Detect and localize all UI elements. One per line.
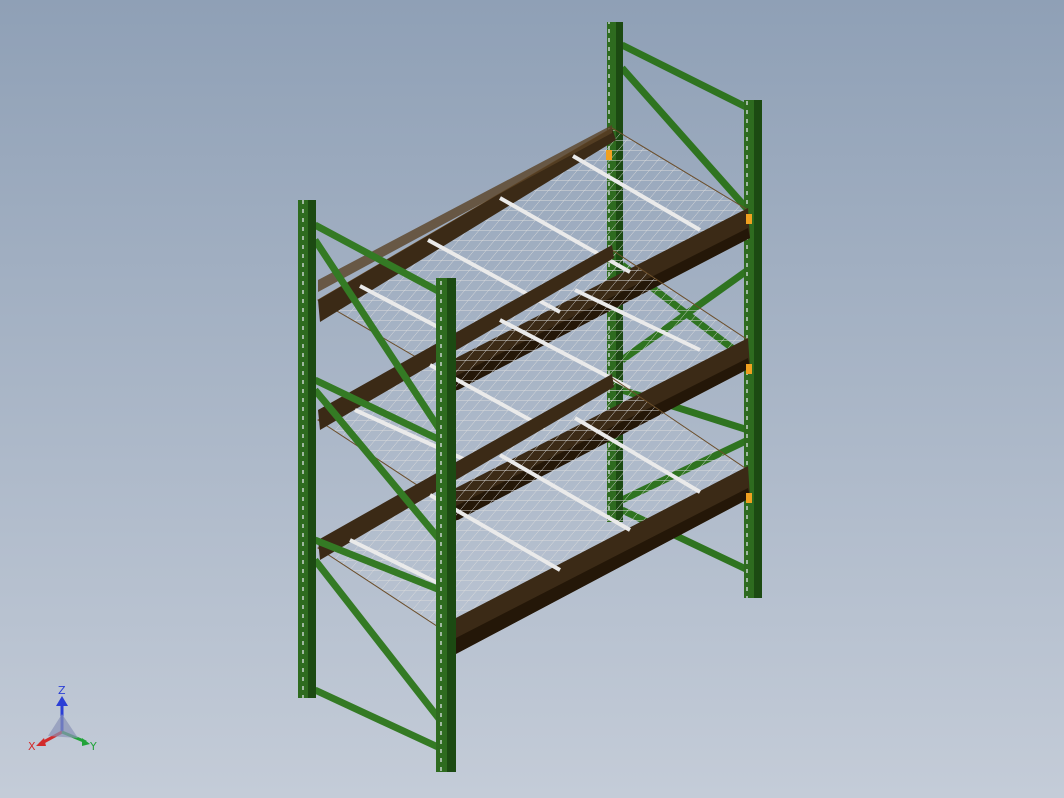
x-axis-arrow-icon xyxy=(36,738,46,746)
upright-front-left xyxy=(298,200,316,698)
cad-viewport[interactable] xyxy=(0,0,1064,798)
y-axis-arrow-icon xyxy=(82,738,90,746)
upright-front-right xyxy=(436,278,456,772)
z-axis-label: Z xyxy=(58,684,66,697)
z-axis-arrow-icon xyxy=(56,696,68,706)
triad-origin-icon xyxy=(48,714,78,738)
orientation-triad[interactable]: Z X Y xyxy=(24,684,104,760)
x-axis-label: X xyxy=(28,740,36,753)
y-axis-label: Y xyxy=(89,740,97,753)
